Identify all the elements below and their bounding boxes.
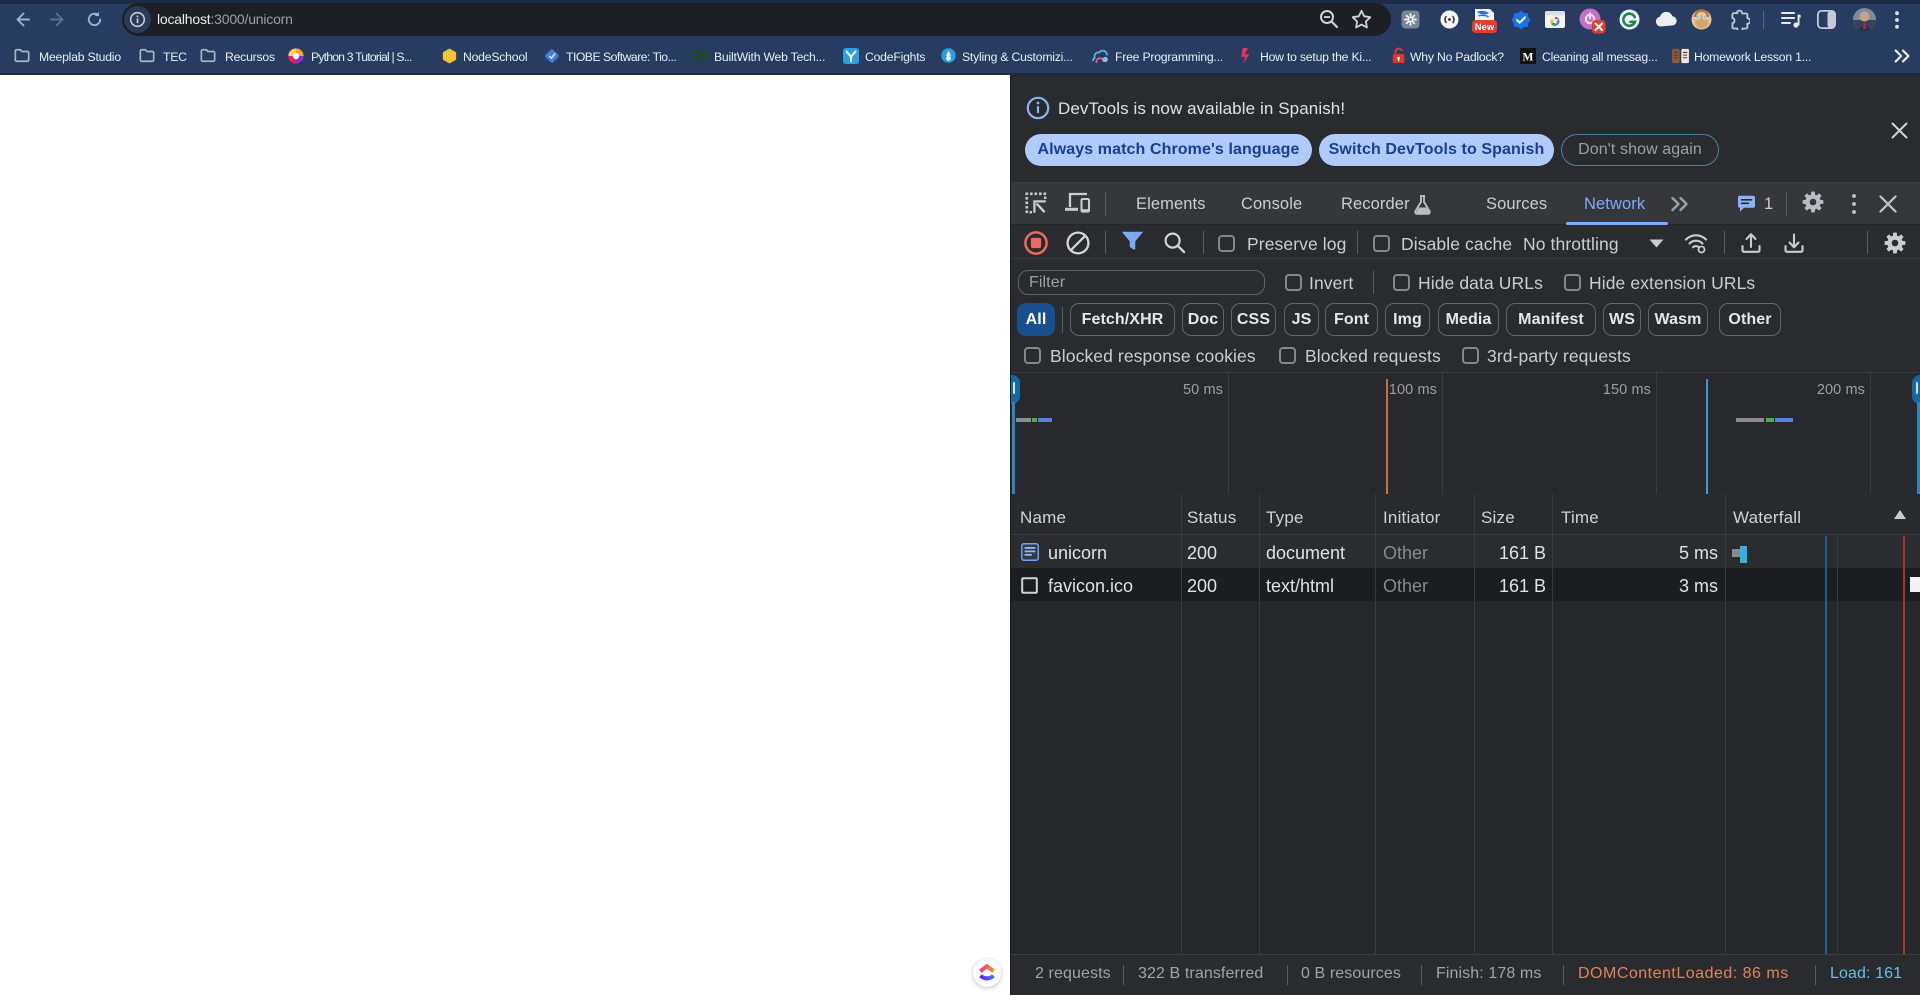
svg-text:New: New (1475, 22, 1495, 33)
svg-text:M: M (1523, 51, 1534, 63)
